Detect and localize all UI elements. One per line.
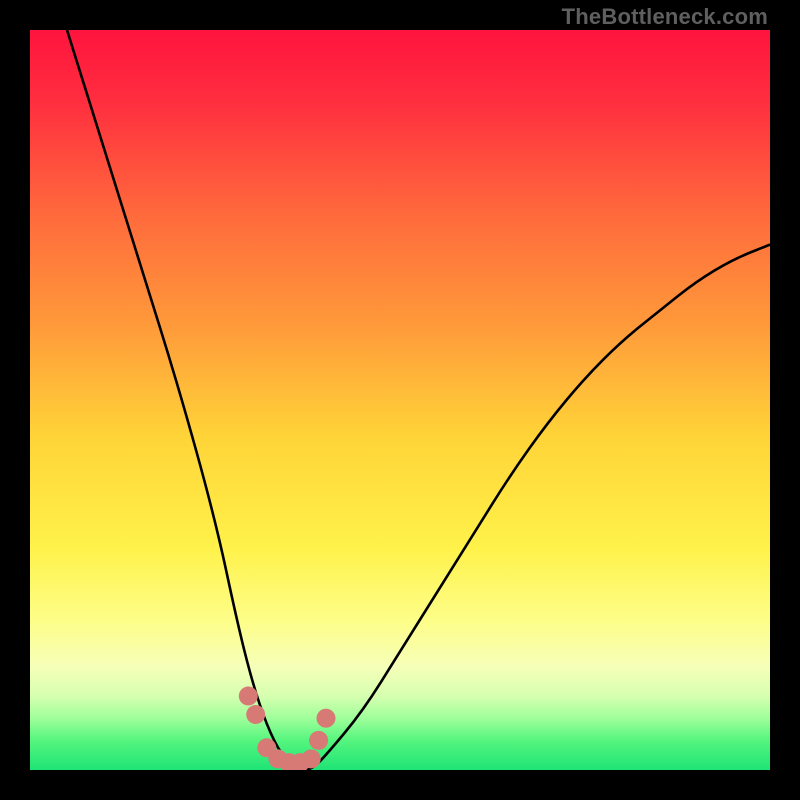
watermark-text: TheBottleneck.com bbox=[562, 4, 768, 30]
chart-frame: TheBottleneck.com bbox=[0, 0, 800, 800]
curve-layer bbox=[30, 30, 770, 770]
highlight-dot bbox=[309, 731, 328, 750]
highlight-dot bbox=[317, 709, 336, 728]
highlight-dot bbox=[239, 687, 258, 706]
bottleneck-curve bbox=[67, 30, 770, 770]
highlight-dot bbox=[302, 749, 321, 768]
highlight-dot bbox=[246, 705, 265, 724]
plot-area bbox=[30, 30, 770, 770]
